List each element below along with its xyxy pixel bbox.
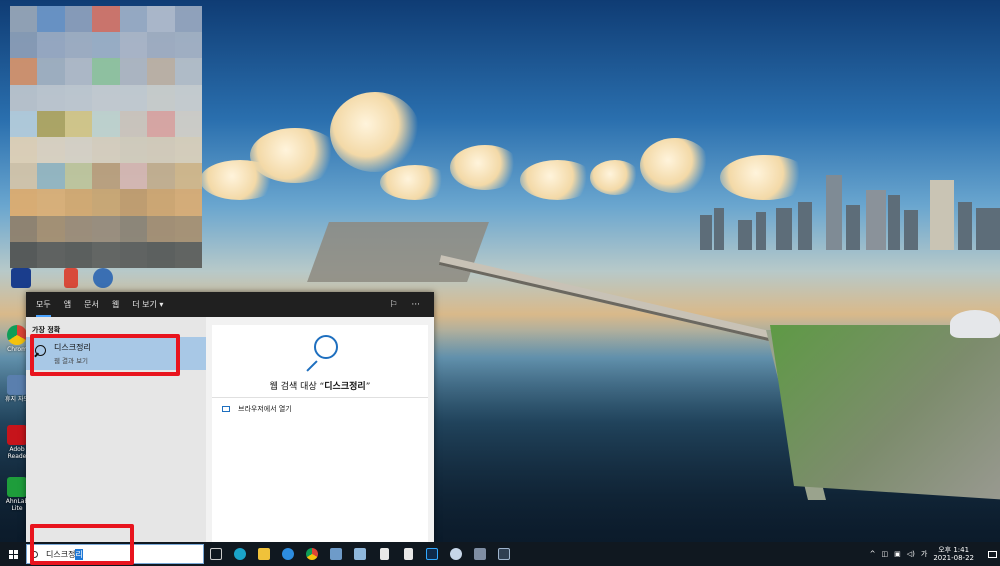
desktop-app-icon-2[interactable] — [56, 268, 86, 289]
windows-logo-icon — [8, 549, 18, 559]
chrome-icon — [7, 325, 27, 345]
web-search-label: 웹 검색 대상 “디스크정리” — [269, 382, 371, 392]
clock[interactable]: 오후 1:41 2021-08-22 — [933, 546, 974, 562]
annotation-box-best-match — [30, 334, 180, 376]
tab-all[interactable]: 모두 — [36, 292, 51, 317]
edge-icon[interactable] — [228, 542, 252, 566]
tab-apps[interactable]: 앱 — [64, 292, 71, 317]
island — [307, 222, 489, 282]
notification-icon — [987, 550, 997, 558]
settings-app-icon[interactable] — [468, 542, 492, 566]
clock-time: 오후 1:41 — [938, 546, 970, 554]
document-icon-2[interactable] — [396, 542, 420, 566]
app-icon[interactable] — [324, 542, 348, 566]
start-button[interactable] — [0, 542, 26, 566]
arena-building — [950, 310, 1000, 338]
ahnlab-icon — [7, 477, 27, 497]
result-preview-pane: 웹 검색 대상 “디스크정리” 브라우저에서 열기 — [212, 325, 428, 542]
recycle-bin-icon — [7, 375, 27, 395]
task-view-icon[interactable] — [204, 542, 228, 566]
notification-center-button[interactable] — [984, 542, 1000, 566]
camera-icon[interactable]: ▣ — [894, 550, 901, 558]
desktop-app-icon-1[interactable] — [6, 268, 36, 289]
peninsula-park — [770, 325, 1000, 500]
desktop-app-icon-3[interactable] — [88, 268, 118, 289]
feedback-icon[interactable]: ⚐ — [389, 300, 397, 310]
internet-explorer-icon[interactable] — [276, 542, 300, 566]
volume-icon[interactable]: ◁) — [907, 550, 915, 558]
terminal-icon[interactable] — [492, 542, 516, 566]
adobe-reader-icon — [7, 425, 27, 445]
ime-indicator[interactable]: 가 — [921, 549, 927, 559]
annotation-box-search-input — [30, 524, 134, 565]
search-panel: 모두 앱 문서 웹 더 보기 ▾ ⚐ ··· 가장 정확 디스크정리 웹 결과 … — [26, 292, 434, 542]
photoshop-icon[interactable] — [420, 542, 444, 566]
network-icon[interactable]: ◫ — [881, 550, 888, 558]
chrome-icon[interactable] — [300, 542, 324, 566]
tab-more[interactable]: 더 보기 ▾ — [132, 292, 163, 317]
file-explorer-icon[interactable] — [252, 542, 276, 566]
web-search-icon — [304, 335, 344, 375]
more-options-button[interactable]: ··· — [411, 300, 420, 310]
system-tray: ^ ◫ ▣ ◁) 가 오후 1:41 2021-08-22 — [870, 542, 1000, 566]
tab-documents[interactable]: 문서 — [84, 292, 99, 317]
open-external-icon — [222, 406, 230, 412]
blurred-desktop-icons — [10, 6, 202, 268]
document-icon[interactable] — [372, 542, 396, 566]
calculator-icon[interactable] — [348, 542, 372, 566]
clock-date: 2021-08-22 — [933, 554, 974, 562]
open-in-browser-action[interactable]: 브라우저에서 열기 — [222, 404, 292, 414]
search-tab-bar: 모두 앱 문서 웹 더 보기 ▾ ⚐ ··· — [26, 292, 434, 317]
tab-web[interactable]: 웹 — [112, 292, 119, 317]
taskbar: 디스크정 리 ^ ◫ ▣ ◁) 가 오후 1:41 2021-08-22 — [0, 542, 1000, 566]
divider — [212, 397, 428, 398]
paint-icon[interactable] — [444, 542, 468, 566]
tray-overflow-icon[interactable]: ^ — [870, 550, 876, 558]
